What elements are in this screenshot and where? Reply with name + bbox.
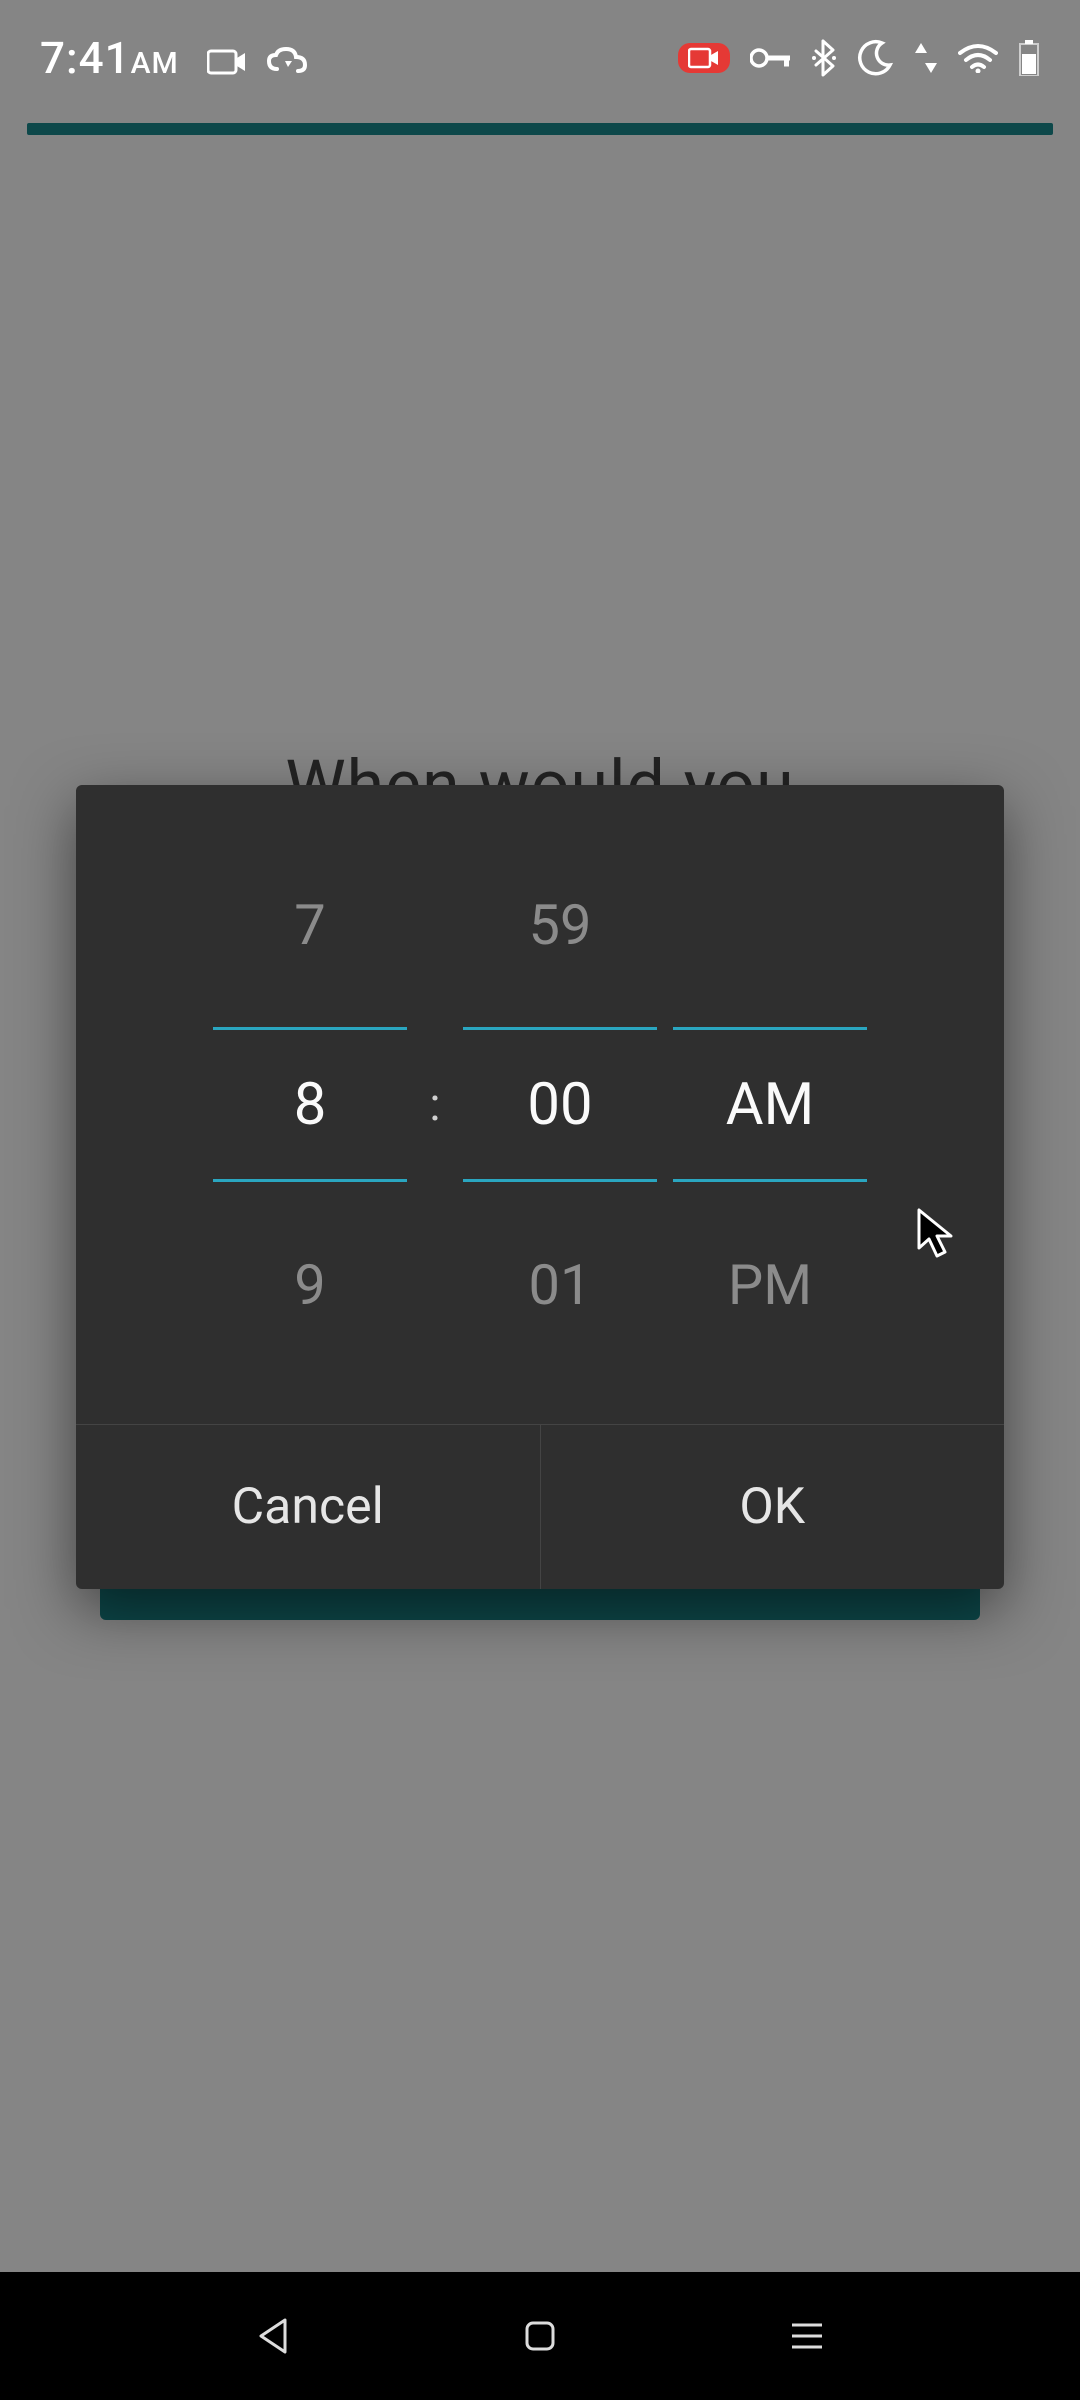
record-icon [678,43,730,73]
dialog-button-row: Cancel OK [76,1424,1004,1589]
system-navigation-bar [0,2272,1080,2400]
minute-prev-value[interactable]: 59 [455,835,665,1015]
status-bar: 7:41 AM [0,0,1080,115]
cloud-sync-icon [265,47,309,77]
do-not-disturb-moon-icon [856,39,894,77]
time-picker-dialog: 7 8 9 : 59 00 01 AM PM [76,785,1004,1589]
status-left-group: 7:41 AM [40,32,309,84]
ok-button[interactable]: OK [540,1425,1005,1589]
data-up-down-icon [914,41,938,75]
time-picker-wheels: 7 8 9 : 59 00 01 AM PM [76,785,1004,1424]
minute-next-value[interactable]: 01 [455,1195,665,1375]
wheel-divider [673,1179,867,1182]
hour-wheel[interactable]: 7 8 9 [205,835,415,1375]
bluetooth-icon [812,39,836,77]
wifi-icon [958,43,998,73]
minute-wheel[interactable]: 59 00 01 [455,835,665,1375]
home-button[interactable] [510,2306,570,2366]
wheel-divider [673,1027,867,1030]
time-separator: : [415,1078,455,1132]
ampm-next-value[interactable]: PM [665,1195,875,1375]
ampm-current-value[interactable]: AM [665,1015,875,1195]
wheel-divider [213,1179,407,1182]
status-ampm: AM [131,46,179,81]
minute-current-value[interactable]: 00 [455,1015,665,1195]
status-right-group [678,39,1040,77]
hour-current-value[interactable]: 8 [205,1015,415,1195]
battery-icon [1018,40,1040,76]
wheel-divider [463,1027,657,1030]
status-time-value: 7:41 [40,32,131,84]
mouse-cursor-icon [915,1206,959,1266]
wheel-divider [213,1027,407,1030]
recent-apps-button[interactable] [777,2306,837,2366]
camera-icon [207,48,247,76]
cancel-button[interactable]: Cancel [76,1425,540,1589]
back-button[interactable] [243,2306,303,2366]
ampm-prev-value[interactable] [665,835,875,1015]
ampm-wheel[interactable]: AM PM [665,835,875,1375]
status-time: 7:41 AM [40,32,179,84]
wheel-divider [463,1179,657,1182]
hour-next-value[interactable]: 9 [205,1195,415,1375]
vpn-key-icon [750,47,792,69]
hour-prev-value[interactable]: 7 [205,835,415,1015]
